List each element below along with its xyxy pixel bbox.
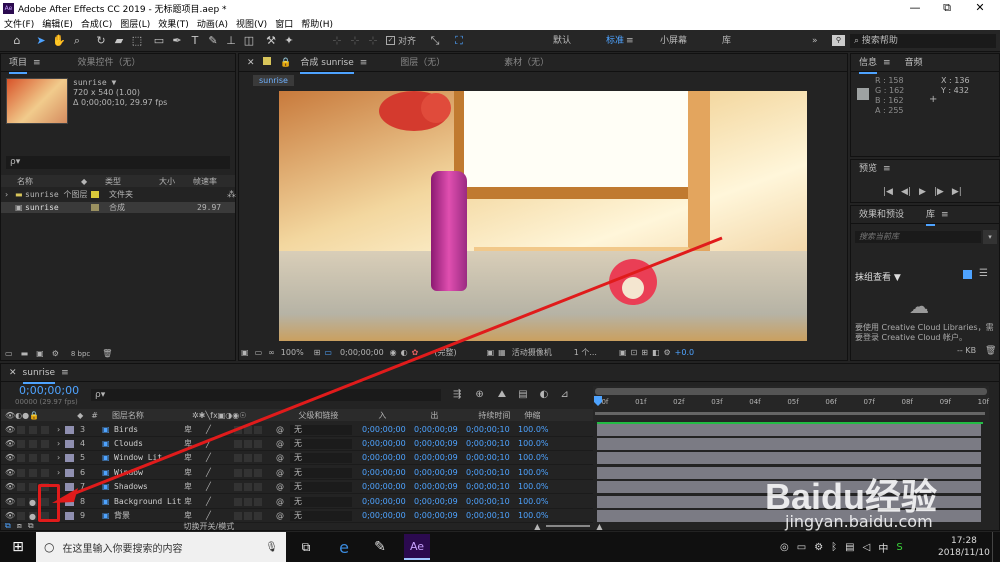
- arrow-head: [52, 488, 78, 503]
- cortana-icon: ○: [44, 540, 55, 554]
- tray-security-icon[interactable]: S: [896, 542, 902, 553]
- bluetooth-icon[interactable]: ᛒ: [831, 542, 837, 553]
- after-effects-taskbar-icon[interactable]: Ae: [404, 534, 430, 560]
- clock-date: 2018/11/10: [938, 548, 990, 558]
- tray-app-icon[interactable]: ◎: [780, 542, 789, 553]
- tray-app-icon[interactable]: ⚙: [814, 542, 823, 553]
- paint-app-icon[interactable]: ✎: [362, 539, 398, 555]
- network-icon[interactable]: ▤: [845, 542, 854, 553]
- show-desktop-button[interactable]: [992, 532, 1000, 562]
- ime-icon[interactable]: 中: [878, 540, 888, 555]
- system-tray: ◎ ▭ ⚙ ᛒ ▤ ◁ 中 S: [780, 540, 903, 555]
- tray-battery-icon[interactable]: ▭: [797, 542, 806, 553]
- edge-icon[interactable]: e: [326, 538, 362, 557]
- arrow-line: [67, 236, 723, 498]
- taskbar-search-text: 在这里输入你要搜索的内容: [62, 543, 183, 555]
- taskbar-search-box[interactable]: ○ 在这里输入你要搜索的内容 🎙: [36, 532, 286, 562]
- baidu-watermark-url: jingyan.baidu.com: [785, 512, 933, 531]
- microphone-icon[interactable]: 🎙: [265, 542, 278, 553]
- windows-taskbar: ⊞ ○ 在这里输入你要搜索的内容 🎙 ⧉ e ✎ Ae ◎ ▭ ⚙ ᛒ ▤ ◁ …: [0, 532, 1000, 562]
- clock[interactable]: 17:28 2018/11/10: [938, 535, 990, 559]
- volume-icon[interactable]: ◁: [863, 542, 871, 553]
- windows-start-icon[interactable]: ⊞: [0, 539, 36, 555]
- clock-time: 17:28: [950, 536, 977, 546]
- task-view-icon[interactable]: ⧉: [286, 540, 326, 555]
